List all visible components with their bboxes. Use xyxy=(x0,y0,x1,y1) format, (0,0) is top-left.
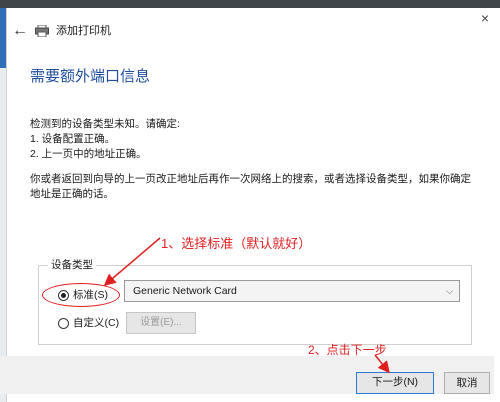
device-type-select[interactable]: Generic Network Card ⌵ xyxy=(124,280,460,302)
device-type-group-label: 设备类型 xyxy=(48,259,96,271)
background-titlebar xyxy=(0,0,500,8)
annotation-circle xyxy=(42,283,120,307)
cancel-button[interactable]: 取消 xyxy=(444,372,490,394)
chevron-down-icon[interactable]: ⌵ xyxy=(446,281,453,301)
check-item-2: 2. 上一页中的地址正确。 xyxy=(30,148,147,160)
dialog-header: ← 添加打印机 × xyxy=(7,8,500,42)
custom-radio-label: 自定义(C) xyxy=(73,317,120,330)
radio-unchecked-icon[interactable] xyxy=(58,317,69,329)
custom-radio[interactable]: 自定义(C) xyxy=(58,315,119,331)
annotation-click-next: 2、点击下一步 xyxy=(308,343,387,357)
check-item-1: 1. 设备配置正确。 xyxy=(30,133,116,145)
page-heading: 需要额外端口信息 xyxy=(30,68,151,85)
device-type-group xyxy=(38,265,472,345)
hint-text: 你或者返回到向导的上一页改正地址后再作一次网络上的搜索，或者选择设备类型，如果你… xyxy=(30,173,471,200)
back-arrow-icon[interactable]: ← xyxy=(11,22,29,40)
window-title: 添加打印机 xyxy=(56,25,111,37)
settings-button[interactable]: 设置(E)... xyxy=(126,312,196,334)
intro-text: 检测到的设备类型未知。请确定: xyxy=(30,118,180,130)
printer-icon xyxy=(35,25,49,37)
next-button[interactable]: 下一步(N) xyxy=(356,372,434,394)
device-type-select-value: Generic Network Card xyxy=(133,285,237,297)
close-icon[interactable]: × xyxy=(469,8,500,28)
annotation-select-standard: 1、选择标准（默认就好） xyxy=(161,236,312,251)
